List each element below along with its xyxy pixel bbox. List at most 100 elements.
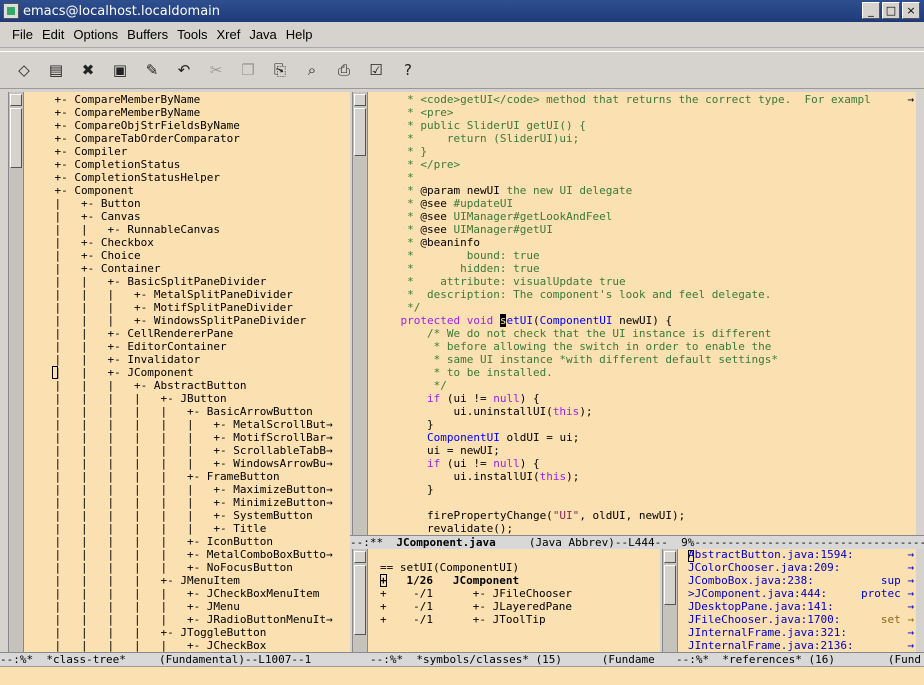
class-tree-item[interactable]: | | | | | +- JMenu xyxy=(28,600,239,613)
class-tree-item[interactable]: | | +- CellRendererPane xyxy=(28,327,233,340)
scroll-thumb[interactable] xyxy=(354,108,366,156)
symbols-pane[interactable]: == setUI(ComponentUI) + 1/26 JComponent … xyxy=(368,549,660,652)
reference-item[interactable]: JColorChooser.java:209: → xyxy=(688,561,914,574)
help-icon[interactable]: ? xyxy=(396,58,420,82)
scroll-thumb[interactable] xyxy=(354,565,366,635)
reference-location[interactable]: JDesktopPane.java:141: xyxy=(688,600,834,613)
reference-location[interactable]: >JComponent.java:444: xyxy=(688,587,827,600)
reference-location[interactable]: AbstractButton.java:1594: xyxy=(688,549,854,561)
references-scrollbar[interactable] xyxy=(662,549,678,652)
symbol-item[interactable]: + 1/26 JComponent xyxy=(380,574,519,587)
references-pane[interactable]: AbstractButton.java:1594: → JColorChooser… xyxy=(678,549,916,652)
reference-location[interactable]: JColorChooser.java:209: xyxy=(688,561,840,574)
class-tree-item[interactable]: +- CompareMemberByName xyxy=(28,106,200,119)
class-tree-item[interactable]: | | | | | +- MetalComboBoxButto xyxy=(28,548,326,561)
reference-item[interactable]: JDesktopPane.java:141: → xyxy=(688,600,914,613)
emacs-app-icon[interactable] xyxy=(3,3,19,19)
undo-icon[interactable]: ↶ xyxy=(172,58,196,82)
reference-item[interactable]: JInternalFrame.java:2136: → xyxy=(688,639,914,652)
class-tree-pane[interactable]: +- CompareMemberByName +- CompareMemberB… xyxy=(24,92,350,652)
class-tree-item[interactable]: | | | | | +- IconButton xyxy=(28,535,273,548)
class-tree-scrollbar[interactable] xyxy=(8,92,24,652)
class-tree-item[interactable]: | | | | | | +- MetalScrollBut xyxy=(28,418,326,431)
scroll-up-arrow[interactable] xyxy=(354,94,366,106)
close-window-button[interactable]: × xyxy=(902,2,920,19)
class-tree-item[interactable]: | | | +- WindowsSplitPaneDivider xyxy=(28,314,306,327)
reference-item[interactable]: JComboBox.java:238: sup → xyxy=(688,574,914,587)
class-tree-item[interactable]: | | | | | | +- WindowsArrowBu xyxy=(28,457,326,470)
reference-location[interactable]: JComboBox.java:238: xyxy=(688,574,814,587)
scroll-thumb[interactable] xyxy=(664,565,676,605)
class-tree-item[interactable]: | | | | | +- BasicArrowButton xyxy=(28,405,312,418)
new-file-icon[interactable]: ◇ xyxy=(12,58,36,82)
symbol-item[interactable]: == setUI(ComponentUI) xyxy=(380,561,519,574)
menu-tools[interactable]: Tools xyxy=(177,27,207,42)
reference-location[interactable]: JInternalFrame.java:2136: xyxy=(688,639,854,652)
save-icon[interactable]: ▣ xyxy=(108,58,132,82)
menu-file[interactable]: File xyxy=(12,27,33,42)
class-tree-item[interactable]: | | | | | | +- MinimizeButton xyxy=(28,496,326,509)
scroll-thumb[interactable] xyxy=(10,108,22,168)
reference-item[interactable]: AbstractButton.java:1594: → xyxy=(688,549,914,561)
menu-options[interactable]: Options xyxy=(73,27,118,42)
class-tree-item[interactable]: | | | +- MetalSplitPaneDivider xyxy=(28,288,292,301)
menu-help[interactable]: Help xyxy=(286,27,313,42)
class-tree-item[interactable]: | | | | | | +- Title xyxy=(28,522,266,535)
class-tree-item[interactable]: | | | | | +- JCheckBoxMenuItem xyxy=(28,587,319,600)
class-tree-item[interactable]: | | | | | +- JRadioButtonMenuIt xyxy=(28,613,326,626)
class-tree-item[interactable]: +- CompletionStatusHelper xyxy=(28,171,220,184)
reference-item[interactable]: JFileChooser.java:1700: set → xyxy=(688,613,914,626)
reference-item[interactable]: >JComponent.java:444: protec → xyxy=(688,587,914,600)
save-as-icon[interactable]: ✎ xyxy=(140,58,164,82)
menu-java[interactable]: Java xyxy=(249,27,276,42)
class-tree-item[interactable]: | +- Checkbox xyxy=(28,236,153,249)
class-tree-item[interactable]: | | | | +- JMenuItem xyxy=(28,574,239,587)
copy-icon[interactable]: ❐ xyxy=(236,58,260,82)
class-tree-item[interactable]: | | | +- AbstractButton xyxy=(28,379,246,392)
open-folder-icon[interactable]: ▤ xyxy=(44,58,68,82)
class-tree-item[interactable]: | +- Canvas xyxy=(28,210,140,223)
symbol-item[interactable]: + -/1 +- JLayeredPane xyxy=(380,600,572,613)
symbol-item[interactable]: + -/1 +- JFileChooser xyxy=(380,587,572,600)
class-tree-item[interactable]: +- CompareTabOrderComparator xyxy=(28,132,239,145)
class-tree-item[interactable]: | | | | | | +- SystemButton xyxy=(28,509,312,522)
scroll-up-arrow[interactable] xyxy=(354,551,366,563)
class-tree-item[interactable]: | +- Choice xyxy=(28,249,140,262)
class-tree-item[interactable]: | +- Button xyxy=(28,197,140,210)
source-code-pane[interactable]: * <code>getUI</code> method that returns… xyxy=(368,92,916,535)
paste-icon[interactable]: ⎘ xyxy=(268,58,292,82)
symbols-scrollbar[interactable] xyxy=(352,549,368,652)
symbol-item[interactable]: + -/1 +- JToolTip xyxy=(380,613,546,626)
source-scrollbar[interactable] xyxy=(352,92,368,535)
minibuffer[interactable] xyxy=(0,666,924,685)
minimize-button[interactable]: _ xyxy=(862,2,880,19)
class-tree-item[interactable]: | | +- EditorContainer xyxy=(28,340,226,353)
close-icon[interactable]: ✖ xyxy=(76,58,100,82)
class-tree-item[interactable]: +- Component xyxy=(28,184,133,197)
class-tree-item[interactable]: | | | | | | +- MotifScrollBar xyxy=(28,431,326,444)
cut-icon[interactable]: ✂ xyxy=(204,58,228,82)
class-tree-item[interactable]: | | | | | | +- ScrollableTabB xyxy=(28,444,326,457)
class-tree-item[interactable]: | | | | | | +- MaximizeButton xyxy=(28,483,326,496)
reference-location[interactable]: JInternalFrame.java:321: xyxy=(688,626,847,639)
reference-item[interactable]: JInternalFrame.java:321: → xyxy=(688,626,914,639)
class-tree-item[interactable]: +- CompareObjStrFieldsByName xyxy=(28,119,239,132)
class-tree-item[interactable]: +- Compiler xyxy=(28,145,127,158)
class-tree-item[interactable]: | | +- Invalidator xyxy=(28,353,200,366)
menu-buffers[interactable]: Buffers xyxy=(127,27,168,42)
class-tree-item[interactable]: | | +- RunnableCanvas xyxy=(28,223,220,236)
scroll-up-arrow[interactable] xyxy=(10,94,22,106)
menu-edit[interactable]: Edit xyxy=(42,27,64,42)
class-tree-item[interactable]: | | | +- MotifSplitPaneDivider xyxy=(28,301,292,314)
class-tree-item[interactable]: | | | | +- JButton xyxy=(28,392,226,405)
menu-xref[interactable]: Xref xyxy=(216,27,240,42)
class-tree-item[interactable]: | | | | | +- FrameButton xyxy=(28,470,279,483)
scroll-up-arrow[interactable] xyxy=(664,551,676,563)
class-tree-item[interactable]: | +- Container xyxy=(28,262,160,275)
class-tree-item[interactable]: +- CompareMemberByName xyxy=(28,93,200,106)
preferences-icon[interactable]: ☑ xyxy=(364,58,388,82)
class-tree-item[interactable]: | | | | | +- JCheckBox xyxy=(28,639,266,652)
class-tree-item[interactable]: | | | | | +- NoFocusButton xyxy=(28,561,292,574)
maximize-button[interactable]: □ xyxy=(882,2,900,19)
class-tree-item[interactable]: +- CompletionStatus xyxy=(28,158,180,171)
